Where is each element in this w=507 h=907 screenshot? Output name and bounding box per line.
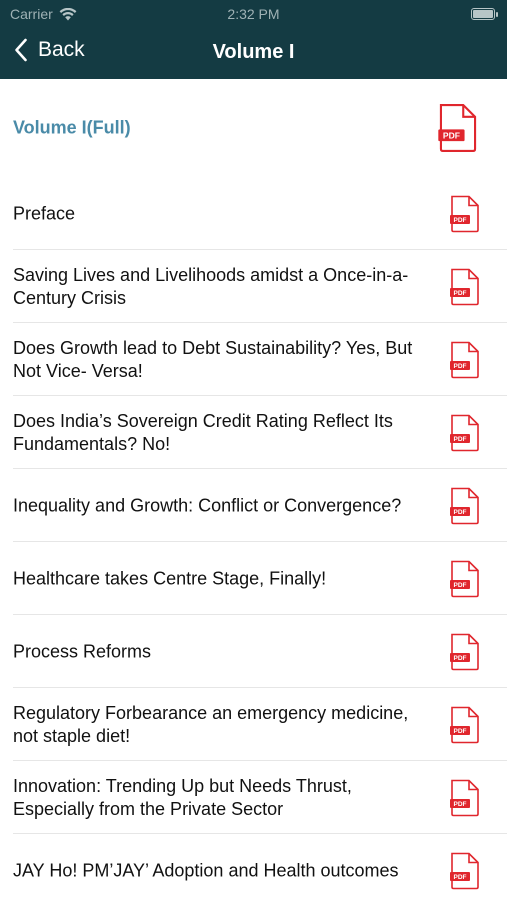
list-item[interactable]: Inequality and Growth: Conflict or Conve…: [0, 469, 507, 542]
pdf-icon[interactable]: PDF: [449, 852, 481, 890]
pdf-icon[interactable]: PDF: [449, 633, 481, 671]
svg-text:PDF: PDF: [454, 728, 467, 735]
list-item-title: Saving Lives and Livelihoods amidst a On…: [13, 264, 409, 308]
svg-text:PDF: PDF: [454, 436, 467, 443]
list-item-full-volume[interactable]: Volume I(Full) PDF: [0, 79, 507, 177]
list-item-title: Does Growth lead to Debt Sustainability?…: [13, 337, 413, 381]
pdf-icon[interactable]: PDF: [449, 414, 481, 452]
list-item[interactable]: JAY Ho! PM’JAY’ Adoption and Health outc…: [0, 834, 507, 907]
pdf-icon[interactable]: PDF: [449, 560, 481, 598]
list-item[interactable]: Innovation: Trending Up but Needs Thrust…: [0, 761, 507, 834]
list-item-title: Inequality and Growth: Conflict or Conve…: [13, 495, 402, 515]
list-item-title: JAY Ho! PM’JAY’ Adoption and Health outc…: [13, 860, 399, 880]
list-item-title: Innovation: Trending Up but Needs Thrust…: [13, 775, 352, 819]
list-item[interactable]: Regulatory Forbearance an emergency medi…: [0, 688, 507, 761]
svg-text:PDF: PDF: [454, 801, 467, 808]
list-item[interactable]: Saving Lives and Livelihoods amidst a On…: [0, 250, 507, 323]
list-item-title: Process Reforms: [13, 641, 152, 661]
svg-text:PDF: PDF: [454, 582, 467, 589]
battery-icon: [471, 8, 498, 20]
list-item[interactable]: Healthcare takes Centre Stage, Finally! …: [0, 542, 507, 615]
list-item[interactable]: Does Growth lead to Debt Sustainability?…: [0, 323, 507, 396]
status-time: 2:32 PM: [227, 6, 280, 22]
list-item-title: Regulatory Forbearance an emergency medi…: [13, 702, 409, 746]
svg-text:PDF: PDF: [454, 363, 467, 370]
svg-text:PDF: PDF: [454, 509, 467, 516]
svg-text:PDF: PDF: [443, 131, 460, 141]
list-item-title: Healthcare takes Centre Stage, Finally!: [13, 568, 327, 588]
list-item[interactable]: Does India’s Sovereign Credit Rating Ref…: [0, 396, 507, 469]
pdf-icon[interactable]: PDF: [449, 341, 481, 379]
svg-text:PDF: PDF: [454, 655, 467, 662]
nav-bar: Back Volume I: [0, 28, 507, 79]
status-bar: Carrier 2:32 PM: [0, 0, 507, 28]
list-item[interactable]: Process Reforms PDF: [0, 615, 507, 688]
list-item-title: Volume I(Full): [13, 117, 131, 138]
svg-text:PDF: PDF: [454, 217, 467, 224]
pdf-icon[interactable]: PDF: [449, 268, 481, 306]
pdf-icon[interactable]: PDF: [449, 487, 481, 525]
pdf-icon[interactable]: PDF: [449, 706, 481, 744]
chapter-list: Volume I(Full) PDF Preface PDF Saving Li…: [0, 79, 507, 907]
list-item-title: Preface: [13, 203, 76, 223]
svg-text:PDF: PDF: [454, 874, 467, 881]
pdf-icon[interactable]: PDF: [449, 195, 481, 233]
list-item[interactable]: Preface PDF: [0, 177, 507, 250]
pdf-icon[interactable]: PDF: [437, 103, 479, 153]
navigation-header: Carrier 2:32 PM Back Volume I: [0, 0, 507, 79]
svg-text:PDF: PDF: [454, 290, 467, 297]
list-item-title: Does India’s Sovereign Credit Rating Ref…: [13, 410, 393, 454]
page-title: Volume I: [212, 41, 295, 63]
pdf-icon[interactable]: PDF: [449, 779, 481, 817]
